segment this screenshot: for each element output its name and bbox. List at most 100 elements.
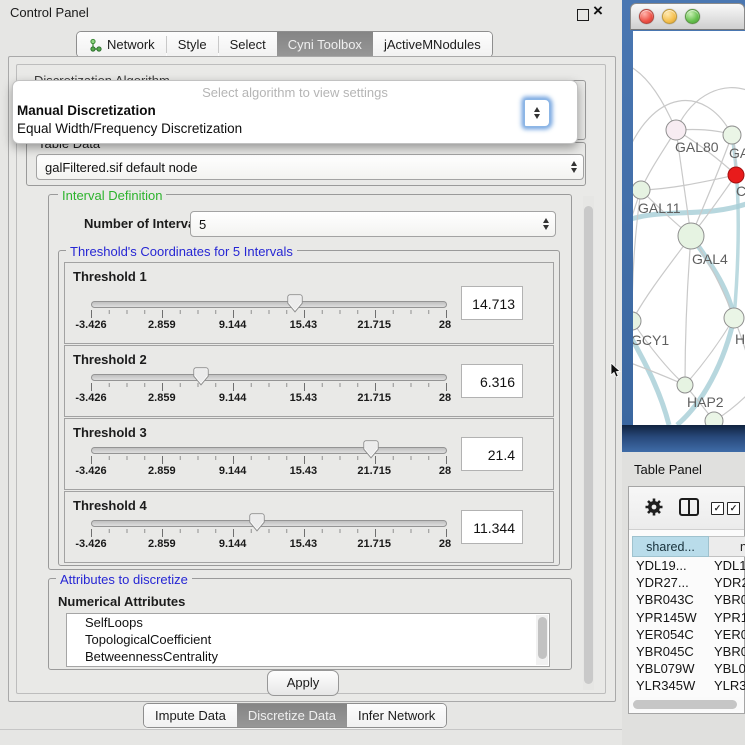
list-scrollbar-thumb[interactable] xyxy=(538,617,547,659)
cell-name: YDR2 xyxy=(714,574,745,591)
tick-label: 2.859 xyxy=(148,392,176,404)
tick-label: 9.144 xyxy=(219,392,247,404)
attribute-item[interactable]: SelfLoops xyxy=(67,614,549,631)
network-node-GAL4[interactable] xyxy=(678,223,704,249)
tab-select[interactable]: Select xyxy=(219,32,277,57)
gear-icon[interactable] xyxy=(644,497,664,517)
table-row[interactable]: YDL19...YDL1 xyxy=(632,557,745,574)
tick-label: -3.426 xyxy=(75,465,106,477)
threshold-label: Threshold 4 xyxy=(73,498,147,513)
tick-label: -3.426 xyxy=(75,392,106,404)
threshold-value-field[interactable]: 6.316 xyxy=(461,364,523,398)
close-icon[interactable]: × xyxy=(593,1,603,21)
threshold-value-field[interactable]: 14.713 xyxy=(461,286,523,320)
attribute-item[interactable]: TopologicalCoefficient xyxy=(67,631,549,648)
slider-thumb[interactable] xyxy=(249,513,265,532)
slider-track[interactable] xyxy=(91,374,447,381)
tab-style[interactable]: Style xyxy=(167,32,218,57)
network-edge[interactable] xyxy=(633,361,685,385)
table-hscrollbar-thumb[interactable] xyxy=(633,700,737,709)
cell-shared-name: YLR345W xyxy=(636,677,695,694)
close-traffic-light[interactable] xyxy=(639,9,654,24)
network-graph[interactable]: GAL80GACGAL11GAL4GCY1HHAP2 xyxy=(633,31,745,425)
tick-label: 21.715 xyxy=(357,465,391,477)
table-hscrollbar[interactable] xyxy=(629,697,744,711)
numerical-attributes-label: Numerical Attributes xyxy=(58,594,185,609)
table-row[interactable]: YDR27...YDR2 xyxy=(632,574,745,591)
network-edge[interactable] xyxy=(691,236,734,318)
bottom-tab-bar: Impute DataDiscretize DataInfer Network xyxy=(143,703,447,728)
network-canvas[interactable]: GAL80GACGAL11GAL4GCY1HHAP2 xyxy=(633,31,745,425)
network-node-GA[interactable] xyxy=(723,126,741,144)
algorithm-option-equal-width[interactable]: Equal Width/Frequency Discretization xyxy=(17,121,242,136)
minimize-traffic-light[interactable] xyxy=(662,9,677,24)
list-scrollbar[interactable] xyxy=(536,615,548,665)
panel-title: Control Panel xyxy=(10,5,89,20)
algorithm-option-manual[interactable]: Manual Discretization xyxy=(17,103,156,118)
network-edge[interactable] xyxy=(633,65,676,130)
cell-name: YLR3 xyxy=(714,677,745,694)
tab-impute-data[interactable]: Impute Data xyxy=(144,704,237,727)
apply-button[interactable]: Apply xyxy=(267,670,339,696)
columns-icon[interactable] xyxy=(679,498,699,516)
network-window-titlebar[interactable] xyxy=(630,3,745,30)
slider-track[interactable] xyxy=(91,447,447,454)
tab-discretize-data[interactable]: Discretize Data xyxy=(237,704,347,727)
node-label: GAL11 xyxy=(638,200,681,216)
control-panel: Control Panel × Network Style SelectCyni T… xyxy=(0,0,622,745)
threshold-panel-4: Threshold 4-3.4262.8599.14415.4321.71528… xyxy=(64,491,554,563)
network-node-GCY1[interactable] xyxy=(633,312,641,330)
checkbox-icon: ✓ xyxy=(727,502,740,515)
network-node-GAL11[interactable] xyxy=(633,181,650,199)
tab-label: Network xyxy=(107,37,155,52)
table-row[interactable]: YER054CYER0 xyxy=(632,626,745,643)
numerical-attributes-list[interactable]: SelfLoopsTopologicalCoefficientBetweenne… xyxy=(66,613,550,667)
number-of-intervals-value: 5 xyxy=(199,217,537,232)
panel-scrollbar-thumb[interactable] xyxy=(584,206,593,684)
attribute-item[interactable]: BetweennessCentrality xyxy=(67,648,549,665)
column-header-name[interactable]: n xyxy=(709,536,745,557)
threshold-value-field[interactable]: 21.4 xyxy=(461,437,523,471)
network-node-HAP2[interactable] xyxy=(677,377,693,393)
tab-label: Style xyxy=(178,37,207,52)
table-row[interactable]: YPR145WYPR1 xyxy=(632,609,745,626)
slider-thumb[interactable] xyxy=(363,440,379,459)
tab-infer-network[interactable]: Infer Network xyxy=(347,704,446,727)
tab-label: jActiveMNodules xyxy=(384,37,481,52)
table-row[interactable]: YBR043CYBR0 xyxy=(632,591,745,608)
stepper-arrows-icon xyxy=(537,212,555,236)
slider-thumb[interactable] xyxy=(287,294,303,313)
network-node-red-node[interactable] xyxy=(728,167,744,183)
tab-jactivemnodules[interactable]: jActiveMNodules xyxy=(373,32,492,57)
network-node-H[interactable] xyxy=(724,308,744,328)
panel-scrollbar[interactable] xyxy=(583,196,594,690)
select-columns-icon[interactable]: ✓ ✓ xyxy=(711,502,740,515)
tick-label: 9.144 xyxy=(219,538,247,550)
network-edge[interactable] xyxy=(633,236,691,321)
table-data-combobox[interactable]: galFiltered.sif default node xyxy=(36,154,584,180)
float-window-icon[interactable] xyxy=(577,9,589,21)
slider-track[interactable] xyxy=(91,520,447,527)
slider-tick-labels: -3.4262.8599.14415.4321.71528 xyxy=(91,392,445,406)
threshold-value-field[interactable]: 11.344 xyxy=(461,510,523,544)
node-label: H xyxy=(735,331,745,347)
network-node-edge-node[interactable] xyxy=(705,412,723,425)
table-row[interactable]: YLR345W YLR3 xyxy=(632,677,745,694)
network-node-GAL80[interactable] xyxy=(666,120,686,140)
algorithm-combo-stepper[interactable] xyxy=(524,99,550,127)
network-edge[interactable] xyxy=(641,175,736,190)
tab-network[interactable]: Network xyxy=(77,32,166,57)
table-row[interactable]: YBR045CYBR0 xyxy=(632,643,745,660)
node-label: GAL4 xyxy=(692,251,728,267)
slider-thumb[interactable] xyxy=(193,367,209,386)
tab-cyni-toolbox[interactable]: Cyni Toolbox xyxy=(277,32,373,57)
cell-shared-name: YBL079W xyxy=(636,660,695,677)
network-edge[interactable] xyxy=(685,236,691,385)
zoom-traffic-light[interactable] xyxy=(685,9,700,24)
tick-label: 28 xyxy=(439,465,451,477)
number-of-intervals-combobox[interactable]: 5 xyxy=(190,211,556,237)
slider-track[interactable] xyxy=(91,301,447,308)
checkbox-icon: ✓ xyxy=(711,502,724,515)
table-row[interactable]: YBL079WYBL0 xyxy=(632,660,745,677)
column-header-shared-name[interactable]: shared... xyxy=(632,536,709,557)
